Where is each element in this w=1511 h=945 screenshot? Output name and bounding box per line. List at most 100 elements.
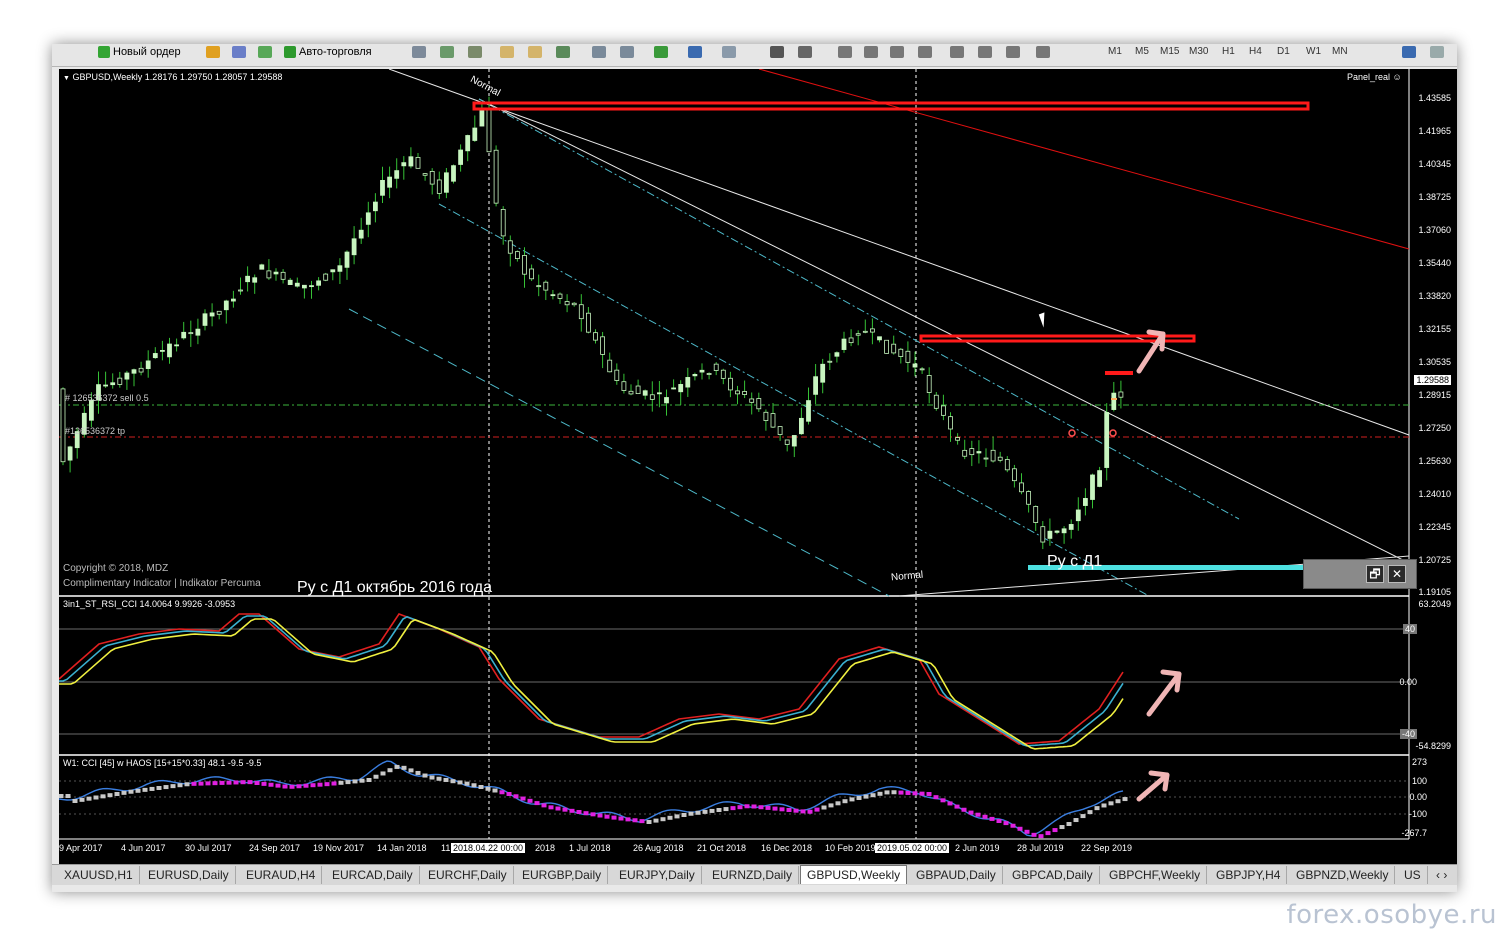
- tab-eurgbp-daily[interactable]: EURGBP,Daily: [516, 866, 609, 884]
- timeframe-h1[interactable]: H1: [1222, 46, 1235, 57]
- close-icon[interactable]: ✕: [1388, 565, 1406, 583]
- line-chart-icon[interactable]: [468, 46, 482, 58]
- indicators-icon[interactable]: [654, 46, 668, 58]
- chart-area[interactable]: ▼ GBPUSD,Weekly 1.28176 1.29750 1.28057 …: [59, 69, 1457, 864]
- tab-eurchf-daily[interactable]: EURCHF,Daily: [422, 866, 514, 884]
- haos-bar: [429, 775, 435, 780]
- timeframe-h4[interactable]: H4: [1249, 46, 1262, 57]
- chart-shift-icon[interactable]: [620, 46, 634, 58]
- history-icon[interactable]: [206, 46, 220, 58]
- timeframe-m5[interactable]: M5: [1135, 46, 1149, 57]
- haos-bar: [758, 805, 764, 810]
- collapse-triangle-icon[interactable]: ▼: [63, 75, 70, 82]
- haos-bar: [128, 789, 134, 794]
- candle-body: [387, 176, 393, 188]
- tab-gbpchf-weekly[interactable]: GBPCHF,Weekly: [1103, 866, 1208, 884]
- chat-icon[interactable]: [1430, 46, 1444, 58]
- arrows-icon[interactable]: [1036, 46, 1050, 58]
- crosshair-icon[interactable]: [798, 46, 812, 58]
- candle-body: [905, 350, 911, 363]
- cci-haos-lines: [59, 760, 1128, 839]
- time-label: 10 Feb 2019: [825, 843, 876, 853]
- horizontal-line-icon[interactable]: [864, 46, 878, 58]
- time-label: 2 Jun 2019: [955, 843, 1000, 853]
- haos-bar: [744, 804, 750, 809]
- bar-chart-icon[interactable]: [412, 46, 426, 58]
- haos-bar: [121, 790, 127, 795]
- tab-us[interactable]: US: [1398, 866, 1428, 884]
- candle-body: [1004, 459, 1010, 471]
- autoscroll-icon[interactable]: [592, 46, 606, 58]
- timeframe-mn[interactable]: MN: [1332, 46, 1348, 57]
- candle-body: [472, 127, 478, 141]
- candle-body: [536, 285, 542, 288]
- fibonacci-icon[interactable]: [950, 46, 964, 58]
- candle-body: [500, 208, 506, 237]
- periods-icon[interactable]: [688, 46, 702, 58]
- tab-xauusd-h1[interactable]: XAUUSD,H1: [58, 866, 140, 884]
- timeframe-m30[interactable]: M30: [1189, 46, 1208, 57]
- new-order-button[interactable]: Новый ордер: [98, 45, 181, 59]
- channel-icon[interactable]: [918, 46, 932, 58]
- trend-lines: [59, 69, 1410, 597]
- accounts-icon[interactable]: [232, 46, 246, 58]
- haos-bar: [1087, 810, 1093, 815]
- search-icon[interactable]: [1402, 46, 1416, 58]
- order-tp-label: #126536372 tp: [65, 426, 126, 436]
- candles-icon[interactable]: [440, 46, 454, 58]
- haos-bar: [695, 810, 701, 815]
- tabs-scroll-arrows-icon[interactable]: ‹ ›: [1434, 866, 1449, 884]
- templates-icon[interactable]: [722, 46, 736, 58]
- label-icon[interactable]: [1006, 46, 1020, 58]
- candle-body: [309, 285, 314, 288]
- zoom-out-icon[interactable]: [528, 46, 542, 58]
- time-label: 1 Jul 2018: [569, 843, 611, 853]
- tile-icon[interactable]: [556, 46, 570, 58]
- trendline-icon[interactable]: [890, 46, 904, 58]
- haos-bar: [849, 797, 855, 802]
- restore-icon[interactable]: 🗗: [1366, 565, 1384, 583]
- haos-bar: [1010, 823, 1016, 828]
- timeframe-w1[interactable]: W1: [1306, 46, 1321, 57]
- candle-body: [898, 348, 904, 357]
- candle-body: [458, 149, 464, 165]
- tab-eurjpy-daily[interactable]: EURJPY,Daily: [613, 866, 702, 884]
- tab-gbpusd-weekly[interactable]: GBPUSD,Weekly: [800, 865, 908, 884]
- tab-gbpnzd-weekly[interactable]: GBPNZD,Weekly: [1290, 866, 1396, 884]
- tab-gbpjpy-h4[interactable]: GBPJPY,H4: [1210, 866, 1288, 884]
- candle-body: [586, 312, 591, 333]
- timeframe-m15[interactable]: M15: [1160, 46, 1179, 57]
- tab-gbpcad-daily[interactable]: GBPCAD,Daily: [1006, 866, 1100, 884]
- autotrading-button[interactable]: Авто-торговля: [284, 45, 372, 59]
- candle-body: [174, 344, 179, 347]
- candle-body: [1118, 391, 1124, 398]
- vertical-line-icon[interactable]: [838, 46, 852, 58]
- candle-body: [848, 337, 854, 344]
- symbol-header: ▼ GBPUSD,Weekly 1.28176 1.29750 1.28057 …: [63, 72, 283, 82]
- timeframe-d1[interactable]: D1: [1277, 46, 1290, 57]
- tab-gbpaud-daily[interactable]: GBPAUD,Daily: [910, 866, 1003, 884]
- timeframe-m1[interactable]: M1: [1108, 46, 1122, 57]
- candle-body: [152, 353, 158, 359]
- text-icon[interactable]: [978, 46, 992, 58]
- signals-icon[interactable]: [258, 46, 272, 58]
- tab-euraud-h4[interactable]: EURAUD,H4: [240, 866, 323, 884]
- haos-bar: [835, 801, 841, 806]
- candle-body: [933, 394, 939, 409]
- candle-body: [990, 449, 996, 462]
- zoom-in-icon[interactable]: [500, 46, 514, 58]
- candle-body: [571, 302, 577, 306]
- cursor-icon[interactable]: [770, 46, 784, 58]
- candle-body: [380, 180, 385, 196]
- candle-body: [855, 333, 861, 336]
- tab-eurcad-daily[interactable]: EURCAD,Daily: [326, 866, 420, 884]
- tab-eurusd-daily[interactable]: EURUSD,Daily: [142, 866, 236, 884]
- candle-body: [365, 212, 371, 225]
- cci-line: [59, 760, 1124, 837]
- floating-panel[interactable]: 🗗 ✕: [1303, 559, 1417, 589]
- candle-body: [720, 369, 726, 379]
- haos-bar: [786, 808, 792, 812]
- candle-body: [1075, 509, 1081, 522]
- haos-bar: [443, 777, 449, 782]
- tab-eurnzd-daily[interactable]: EURNZD,Daily: [706, 866, 800, 884]
